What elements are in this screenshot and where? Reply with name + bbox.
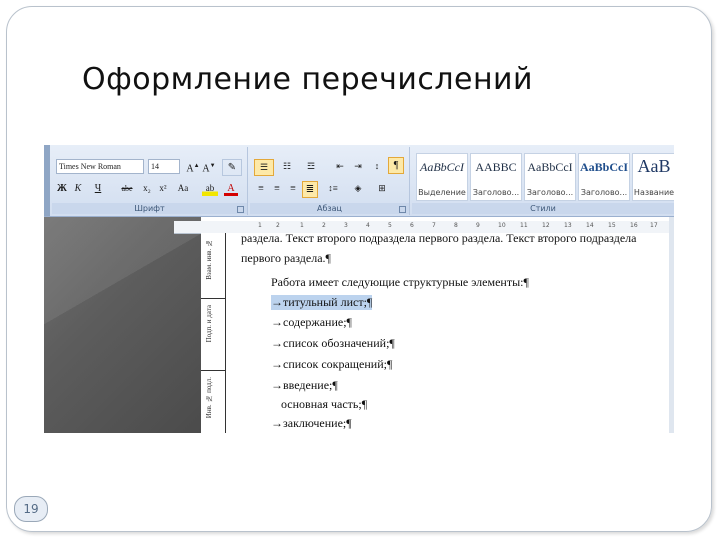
increase-indent-icon[interactable]: ⇥ [350, 159, 366, 174]
style-tile-heading-3[interactable]: AaBbCcI Заголово... [578, 153, 630, 201]
ruler-tick: 8 [454, 222, 458, 229]
underline-button[interactable]: Ч [92, 181, 104, 196]
list-item[interactable]: →содержание;¶ [271, 315, 352, 330]
align-left-icon[interactable]: ≡ [254, 181, 268, 196]
styles-group: AaBbCcI Выделение AABBC Заголово... AaBb… [412, 147, 674, 215]
list-item-selected[interactable]: →титульный лист;¶ [271, 295, 373, 310]
paragraph-dialog-launcher-icon[interactable] [399, 206, 406, 213]
slide-title: Оформление перечислений [82, 62, 534, 97]
ruler-tick: 2 [276, 222, 280, 229]
font-dialog-launcher-icon[interactable] [237, 206, 244, 213]
grow-font-button[interactable]: A▲ [186, 159, 200, 174]
decrease-indent-icon[interactable]: ⇤ [332, 159, 348, 174]
document-page[interactable]: Взам. инв. № Подп. и дата Инв. № подл. р… [201, 231, 669, 433]
style-tile-heading-1[interactable]: AABBC Заголово... [470, 153, 522, 201]
style-name: Заголово... [580, 188, 628, 197]
ruler-tick: 5 [388, 222, 392, 229]
stamp-border-strip: Взам. инв. № Подп. и дата Инв. № подл. [201, 233, 226, 433]
line-spacing-icon[interactable]: ↕≡ [324, 181, 342, 196]
doc-paragraph-line[interactable]: первого раздела.¶ [241, 251, 331, 266]
paragraph-group: ☰ ☷ ☲ ⇤ ⇥ ↕ ¶ ≡ ≡ ≡ ≣ ↕≡ ◈ ⊞ Абзац [250, 147, 410, 215]
ruler-tick: 11 [520, 222, 528, 229]
sort-icon[interactable]: ↕ [370, 159, 384, 174]
multilevel-list-icon[interactable]: ☲ [302, 159, 320, 174]
style-name: Заголово... [472, 188, 520, 197]
doc-paragraph-line[interactable]: раздела. Текст второго подраздела первог… [241, 231, 636, 246]
styles-group-label: Стили [412, 203, 674, 214]
style-preview: AaBbCcI [527, 160, 573, 174]
borders-icon[interactable]: ⊞ [374, 181, 390, 196]
ruler-tick: 13 [564, 222, 572, 229]
ruler-tick: 1 [300, 222, 304, 229]
ribbon-left-edge [44, 145, 50, 216]
style-tile-title[interactable]: AaB Название [632, 153, 674, 201]
clear-format-icon[interactable]: ✎ [222, 159, 242, 176]
ruler-tick: 9 [476, 222, 480, 229]
style-preview: AaBbCcI [420, 160, 464, 174]
list-item[interactable]: →список обозначений;¶ [271, 336, 395, 351]
style-preview: AaBbCcI [579, 160, 628, 174]
stamp-label: Инв. № подл. [205, 377, 213, 419]
style-preview: AaB [637, 156, 671, 176]
ruler-tick: 7 [432, 222, 436, 229]
stamp-cell: Взам. инв. № [201, 233, 225, 299]
shrink-font-button[interactable]: A▼ [202, 159, 216, 174]
font-group-label: Шрифт [52, 203, 247, 214]
ruler-tick: 14 [586, 222, 594, 229]
show-marks-icon[interactable]: ¶ [388, 157, 404, 174]
bullets-icon[interactable]: ☰ [254, 159, 274, 176]
subscript-button[interactable]: x₂ [140, 181, 154, 196]
style-tile-heading-2[interactable]: AaBbCcI Заголово... [524, 153, 576, 201]
list-item[interactable]: основная часть;¶ [281, 397, 367, 412]
ruler-tick: 16 [630, 222, 638, 229]
list-item[interactable]: →введение;¶ [271, 378, 338, 393]
ruler-tick: 3 [344, 222, 348, 229]
paragraph-group-label: Абзац [250, 203, 409, 214]
ruler-tick: 6 [410, 222, 414, 229]
align-center-icon[interactable]: ≡ [270, 181, 284, 196]
shading-icon[interactable]: ◈ [350, 181, 366, 196]
stamp-cell: Инв. № подл. [201, 371, 225, 433]
style-name: Выделение [418, 188, 466, 197]
doc-paragraph-line[interactable]: Работа имеет следующие структурные элеме… [271, 275, 529, 290]
change-case-button[interactable]: Aa [174, 181, 192, 196]
superscript-button[interactable]: x² [156, 181, 170, 196]
style-name: Заголово... [526, 188, 574, 197]
justify-icon[interactable]: ≣ [302, 181, 318, 198]
ruler-tick: 2 [322, 222, 326, 229]
font-color-icon[interactable]: A [224, 181, 238, 196]
style-preview: AABBC [475, 160, 517, 174]
word-screenshot: Times New Roman 14 A▲ A▼ ✎ Ж К Ч abe x₂ … [44, 145, 674, 433]
style-name: Название [633, 188, 674, 197]
ruler-tick: 1 [258, 222, 262, 229]
font-size-combo[interactable]: 14 [148, 159, 180, 174]
numbering-icon[interactable]: ☷ [278, 159, 296, 174]
stamp-cell: Подп. и дата [201, 299, 225, 371]
list-item[interactable]: →список сокращений;¶ [271, 357, 392, 372]
font-name-combo[interactable]: Times New Roman [56, 159, 144, 174]
page-right-margin [669, 217, 674, 433]
page-number-badge: 19 [14, 496, 48, 522]
workspace-background [44, 217, 201, 433]
ruler-tick: 17 [650, 222, 658, 229]
ruler-tick: 10 [498, 222, 506, 229]
ruler-tick: 12 [542, 222, 550, 229]
align-right-icon[interactable]: ≡ [286, 181, 300, 196]
style-tile-emphasis[interactable]: AaBbCcI Выделение [416, 153, 468, 201]
list-item[interactable]: →заключение;¶ [271, 416, 352, 431]
stamp-label: Взам. инв. № [205, 239, 213, 280]
font-group: Times New Roman 14 A▲ A▼ ✎ Ж К Ч abe x₂ … [52, 147, 248, 215]
ruler-tick: 4 [366, 222, 370, 229]
italic-button[interactable]: К [72, 181, 84, 196]
stamp-label: Подп. и дата [205, 305, 213, 343]
strikethrough-button[interactable]: abe [118, 181, 136, 196]
bold-button[interactable]: Ж [56, 181, 68, 196]
ruler-tick: 15 [608, 222, 616, 229]
highlight-icon[interactable]: ab [202, 181, 218, 196]
ribbon: Times New Roman 14 A▲ A▼ ✎ Ж К Ч abe x₂ … [44, 145, 674, 217]
